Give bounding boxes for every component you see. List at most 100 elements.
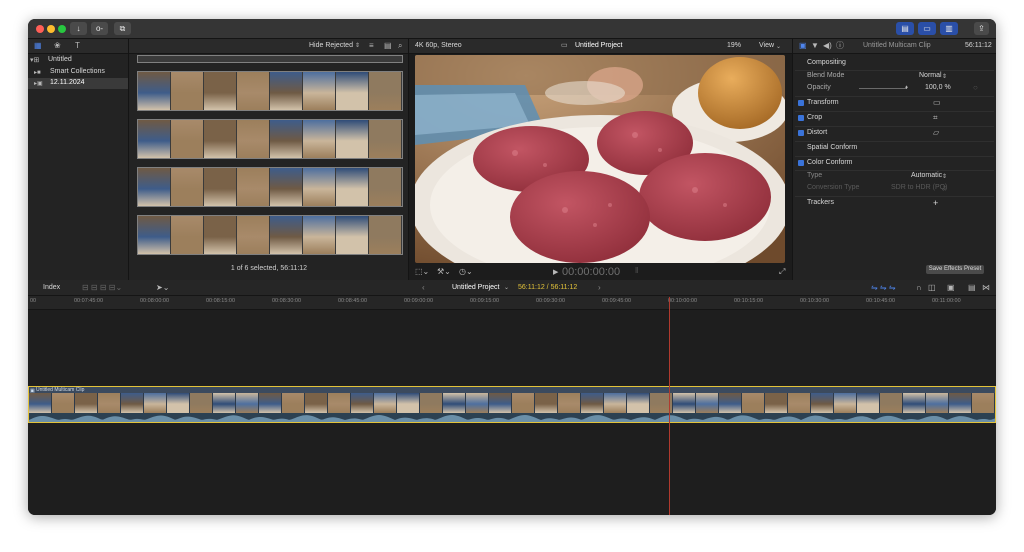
fullscreen-icon[interactable]: ⤢ bbox=[779, 268, 785, 276]
clip-appearance-icon[interactable]: ▤ bbox=[384, 42, 392, 50]
audio-waveform bbox=[29, 413, 995, 422]
minimize-window-button[interactable] bbox=[47, 25, 55, 33]
filmstrip-frame bbox=[374, 393, 396, 413]
distort-icon[interactable]: ▱ bbox=[933, 129, 939, 137]
crop-icon[interactable]: ⌗ bbox=[933, 114, 938, 122]
crop-checkbox[interactable] bbox=[798, 115, 804, 121]
import-button[interactable]: ↓ bbox=[70, 22, 87, 35]
sidebar-item-untitled[interactable]: ▾⊞ Untitled bbox=[30, 55, 129, 66]
save-effects-preset-button[interactable]: Save Effects Preset bbox=[926, 265, 984, 274]
divider bbox=[795, 70, 994, 71]
chevron-updown-icon: ⇕ bbox=[942, 186, 948, 192]
close-window-button[interactable] bbox=[36, 25, 44, 33]
headphones-icon[interactable]: ∩ bbox=[916, 284, 922, 292]
keyword-button[interactable]: o‑ bbox=[91, 22, 108, 35]
filmstrip-row[interactable] bbox=[137, 71, 403, 111]
color-conform-checkbox[interactable] bbox=[798, 160, 804, 166]
key-icon: o‑ bbox=[95, 24, 104, 33]
history-back-icon[interactable]: ‹ bbox=[422, 284, 425, 292]
ruler-label: 00:09:15:00 bbox=[470, 298, 500, 304]
add-tracker-button[interactable]: + bbox=[933, 198, 938, 208]
video-preview[interactable] bbox=[415, 55, 785, 263]
blend-mode-select[interactable]: Normal bbox=[919, 72, 942, 79]
timeline-project-name[interactable]: Untitled Project bbox=[452, 284, 499, 291]
inspector-layout-toggle[interactable]: ▥ bbox=[940, 22, 958, 35]
enhance-tool-icon[interactable]: ⚒⌄ bbox=[437, 268, 451, 276]
multicam-clip[interactable]: ▣ Untitled Multicam Clip bbox=[28, 386, 996, 423]
filter-chevron-icon[interactable]: ⇕ bbox=[355, 42, 360, 50]
view-menu[interactable]: View bbox=[759, 42, 774, 49]
speed-tool-icon[interactable]: ◷⌄ bbox=[459, 268, 473, 276]
filmstrip-frame bbox=[512, 393, 534, 413]
photos-icon[interactable]: ❀ bbox=[54, 42, 61, 50]
inspector: ▣ ▼ ◀) ⓘ Untitled Multicam Clip 56:11:12… bbox=[793, 39, 996, 280]
timeline-layout-toggle[interactable]: ▭ bbox=[918, 22, 936, 35]
transform-icon[interactable]: ▭ bbox=[933, 99, 941, 107]
filmstrip-frame bbox=[204, 168, 236, 206]
transform-tool-icon[interactable]: ⬚⌄ bbox=[415, 268, 429, 276]
skimming-icon[interactable]: ◫ bbox=[928, 284, 936, 292]
slider-knob-icon[interactable]: ♦ bbox=[905, 84, 908, 92]
opacity-slider[interactable] bbox=[859, 88, 907, 89]
sidebar-item-smart-collections[interactable]: ▸■ Smart Collections bbox=[32, 67, 129, 78]
play-icon[interactable]: ▶ bbox=[553, 269, 558, 277]
background-tasks-button[interactable]: ⧉ bbox=[114, 22, 131, 35]
library-icon: ▾⊞ bbox=[30, 57, 40, 64]
filmstrip-frame bbox=[336, 120, 368, 158]
video-inspector-icon[interactable]: ▣ bbox=[799, 42, 807, 50]
conversion-type-select[interactable]: SDR to HDR (PQ) bbox=[891, 184, 947, 191]
index-button[interactable]: Index bbox=[43, 284, 60, 291]
ruler-label: 00:07:45:00 bbox=[74, 298, 104, 304]
filmstrip-frame bbox=[204, 216, 236, 254]
opacity-value[interactable]: 100,0 % bbox=[925, 84, 951, 91]
zoom-fit-icon[interactable]: ⋈ bbox=[982, 284, 990, 292]
info-inspector-icon[interactable]: ⓘ bbox=[836, 42, 844, 50]
filmstrip-row[interactable] bbox=[137, 119, 403, 159]
folder-icon: ▸■ bbox=[34, 70, 41, 76]
ruler-label: 00:08:00:00 bbox=[140, 298, 170, 304]
sidebar-item-event[interactable]: ▸▣ 12.11.2024 bbox=[28, 78, 128, 89]
audio-inspector-icon[interactable]: ◀) bbox=[823, 42, 832, 50]
burger-patties-image bbox=[415, 55, 785, 263]
hide-rejected-filter[interactable]: Hide Rejected bbox=[309, 42, 353, 49]
clip-connections-icon[interactable]: ⊟ ⊟ ⊟ ⊟⌄ bbox=[82, 284, 122, 292]
search-icon[interactable]: ⌕ bbox=[398, 42, 402, 50]
clip-appearance-tools-icon[interactable]: ⇋ ⇋ ⇋ bbox=[871, 284, 896, 292]
filmstrip-frame bbox=[138, 168, 170, 206]
share-button[interactable]: ⇪ bbox=[974, 22, 989, 35]
time-ruler[interactable]: 00 00:07:45:00 00:08:00:00 00:08:15:00 0… bbox=[28, 296, 996, 310]
snapping-icon[interactable]: ▣ bbox=[947, 284, 955, 292]
playhead[interactable] bbox=[669, 297, 670, 515]
distort-checkbox[interactable] bbox=[798, 130, 804, 136]
filmstrip-frame bbox=[489, 393, 511, 413]
filmstrip-frame bbox=[303, 120, 335, 158]
libraries-icon[interactable]: ▦ bbox=[34, 42, 42, 50]
type-label: Type bbox=[807, 172, 823, 179]
select-tool-icon[interactable]: ➤⌄ bbox=[156, 284, 169, 292]
history-forward-icon[interactable]: › bbox=[598, 284, 601, 292]
filmstrip-row[interactable] bbox=[137, 167, 403, 207]
chevron-updown-icon: ⇕ bbox=[942, 74, 948, 80]
transform-checkbox[interactable] bbox=[798, 100, 804, 106]
keyframe-icon[interactable]: ○ bbox=[973, 84, 978, 92]
import-icon: ↓ bbox=[76, 24, 81, 33]
browser-layout-toggle[interactable]: ▤ bbox=[896, 22, 914, 35]
filmstrip-row[interactable] bbox=[137, 55, 403, 63]
divider bbox=[795, 196, 994, 197]
zoom-window-button[interactable] bbox=[58, 25, 66, 33]
titles-icon[interactable]: T bbox=[75, 42, 80, 50]
filmstrip-frame bbox=[443, 393, 465, 413]
list-view-icon[interactable]: ≡ bbox=[369, 42, 374, 50]
filmstrip-frame bbox=[328, 393, 350, 413]
ruler-label: 00:09:45:00 bbox=[602, 298, 632, 304]
color-conform-heading: Color Conform bbox=[807, 159, 853, 166]
sidebar-item-label: 12.11.2024 bbox=[50, 79, 85, 86]
color-inspector-icon[interactable]: ▼ bbox=[811, 42, 819, 50]
filmstrip-frame bbox=[138, 72, 170, 110]
clip-view-icon[interactable]: ▤ bbox=[968, 284, 976, 292]
filmstrip-frame bbox=[52, 393, 74, 413]
zoom-level[interactable]: 19% bbox=[727, 42, 741, 49]
type-select[interactable]: Automatic bbox=[911, 172, 942, 179]
filmstrip-row[interactable] bbox=[137, 215, 403, 255]
filmstrip-frame bbox=[121, 393, 143, 413]
